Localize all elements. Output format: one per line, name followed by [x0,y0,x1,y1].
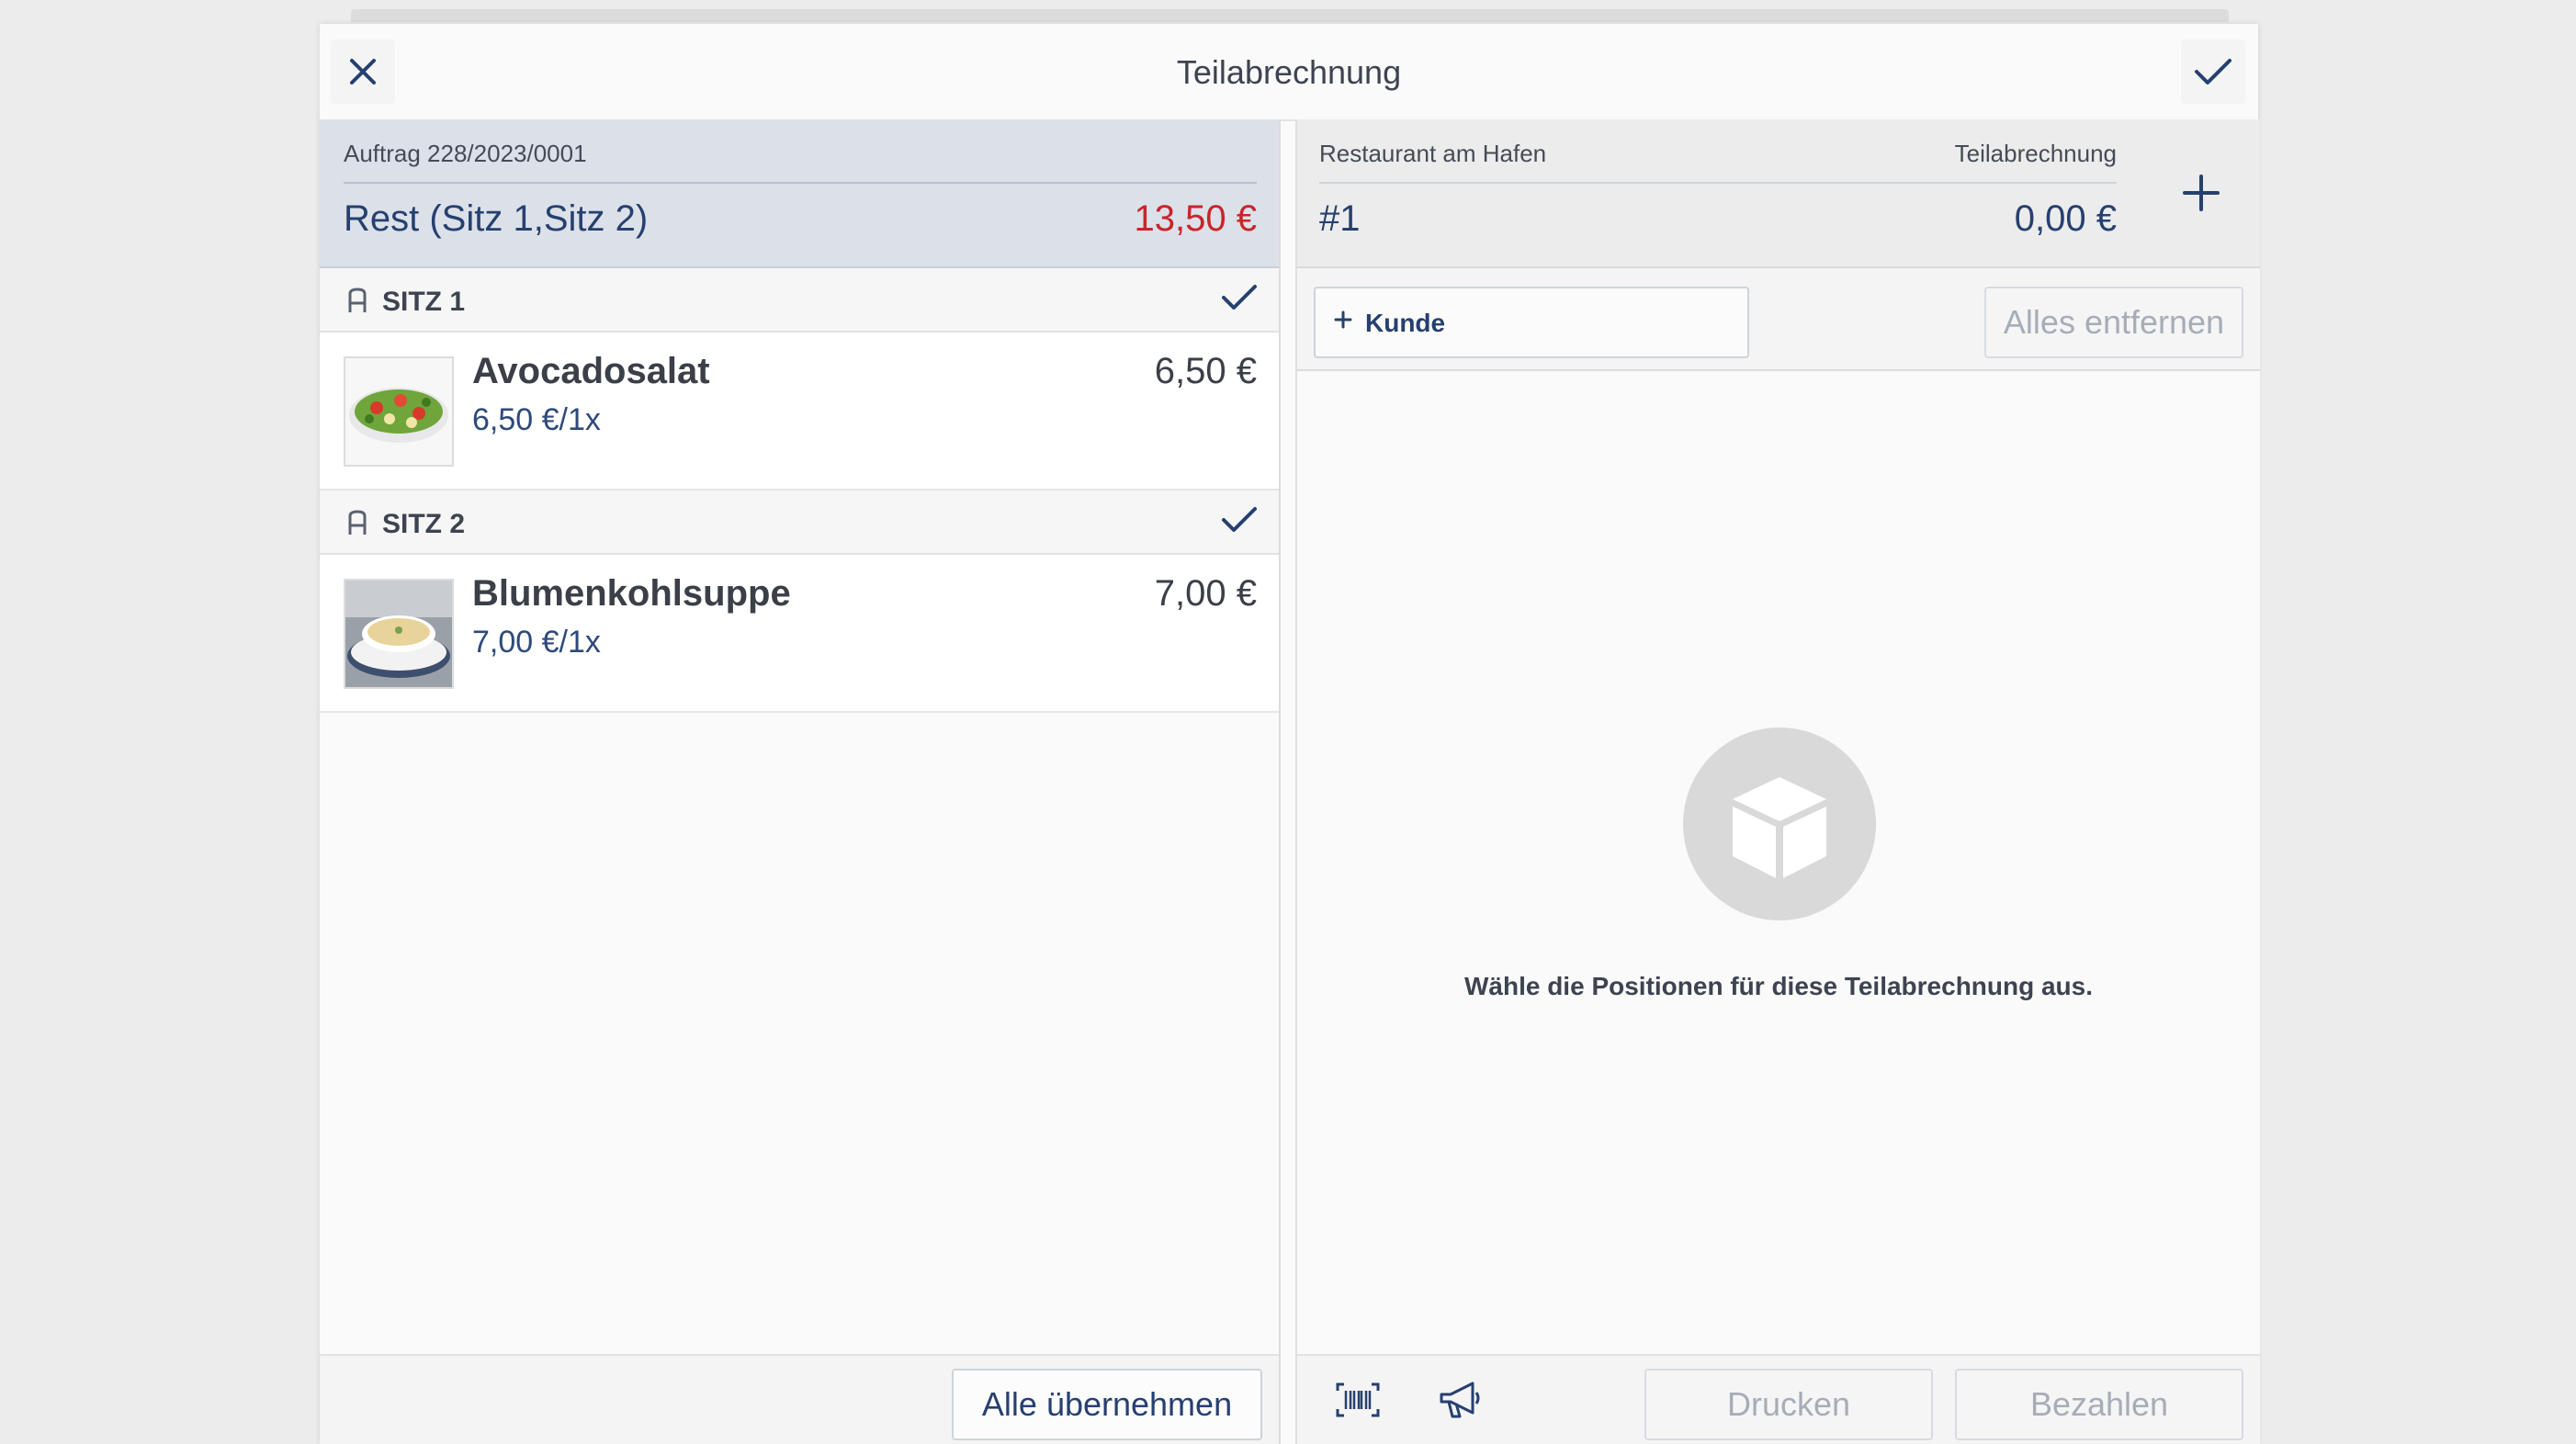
item-price: 6,50 € [1154,351,1257,391]
add-customer-label: Kunde [1365,309,1446,337]
announce-button[interactable] [1435,1374,1486,1426]
divider [1319,182,2117,184]
order-number: Auftrag 228/2023/0001 [344,140,587,167]
salad-image [344,356,454,467]
background-sheet [351,9,2229,22]
remove-all-button[interactable]: Alles entfernen [1984,287,2243,358]
item-price: 7,00 € [1154,573,1257,614]
split-panel: Restaurant am Hafen Teilabrechnung #1 0,… [1295,119,2260,1444]
split-number: #1 [1319,198,1361,239]
add-customer-button[interactable]: Kunde [1314,287,1749,358]
order-header[interactable]: Auftrag 228/2023/0001 Rest (Sitz 1,Sitz … [320,119,1279,268]
plus-icon [1334,310,1352,329]
split-total: 0,00 € [2014,198,2117,239]
seat-header[interactable]: SITZ 1 [320,268,1279,333]
split-header[interactable]: Restaurant am Hafen Teilabrechnung #1 0,… [1297,119,2260,268]
plus-icon [2183,175,2220,211]
pay-button[interactable]: Bezahlen [1955,1369,2243,1440]
seat-icon [348,288,367,312]
seat-header[interactable]: SITZ 2 [320,491,1279,555]
empty-state-message: Wähle die Positionen für diese Teilabrec… [1463,972,2094,1000]
dialog-title: Teilabrechnung [1176,53,1402,91]
item-unit-price: 7,00 €/1x [472,625,601,660]
split-type: Teilabrechnung [1954,140,2117,167]
order-total: 13,50 € [1134,198,1257,239]
check-icon [2195,59,2231,85]
split-bill-dialog: Teilabrechnung Auftrag 228/2023/0001 Res… [320,24,2260,1444]
list-item[interactable]: Blumenkohlsuppe 7,00 €/1x 7,00 € [320,555,1279,713]
empty-state-circle [1683,728,1876,920]
add-split-button[interactable] [2175,167,2227,219]
item-unit-price: 6,50 €/1x [472,402,601,437]
order-name: Rest (Sitz 1,Sitz 2) [344,198,649,239]
take-all-button[interactable]: Alle übernehmen [952,1369,1262,1440]
list-item[interactable]: Avocadosalat 6,50 €/1x 6,50 € [320,333,1279,491]
split-footer: Drucken Bezahlen [1297,1354,2260,1444]
split-action-bar: Kunde Alles entfernen [1297,268,2260,371]
empty-state: Wähle die Positionen für diese Teilabrec… [1297,371,2260,1354]
divider [344,182,1257,184]
dialog-titlebar: Teilabrechnung [320,24,2258,121]
seat-label: SITZ 2 [382,509,466,539]
megaphone-icon [1440,1382,1480,1418]
seat-icon [348,510,367,535]
box-icon [1733,777,1826,878]
check-icon[interactable] [1220,281,1259,314]
check-icon[interactable] [1220,503,1259,536]
barcode-icon [1336,1382,1380,1417]
item-name: Avocadosalat [472,351,710,391]
soup-image [344,579,454,689]
confirm-button[interactable] [2181,39,2245,104]
venue-name: Restaurant am Hafen [1319,140,1547,167]
item-name: Blumenkohlsuppe [472,573,791,614]
order-footer: Alle übernehmen [320,1354,1279,1444]
order-panel: Auftrag 228/2023/0001 Rest (Sitz 1,Sitz … [320,119,1281,1444]
barcode-scan-button[interactable] [1332,1374,1384,1426]
seat-label: SITZ 1 [382,287,466,317]
print-button[interactable]: Drucken [1644,1369,1933,1440]
